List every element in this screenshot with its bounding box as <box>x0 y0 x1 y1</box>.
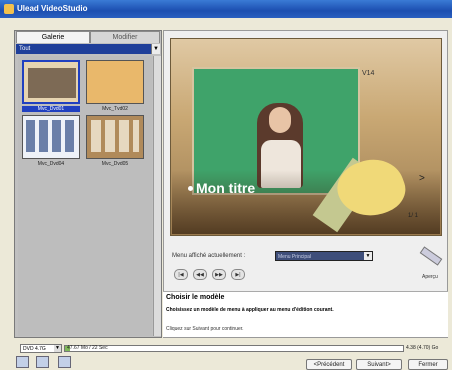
app-icon <box>4 4 14 14</box>
storyboard-icon[interactable] <box>16 356 29 368</box>
template-thumbnail[interactable] <box>22 60 80 104</box>
template-thumbnail[interactable] <box>86 60 144 104</box>
info-hint: Cliquez sur Suivant pour continuer. <box>166 326 244 332</box>
fast-forward-button[interactable]: ▶▶ <box>212 269 226 280</box>
thumbnail-label: Mvc_Dvd01 <box>22 106 80 112</box>
disc-capacity-text: 4.38 (4.70) Go <box>406 345 439 351</box>
tab-galerie[interactable]: Galerie <box>16 31 90 43</box>
chevron-down-icon[interactable]: ▼ <box>54 345 61 352</box>
chevron-down-icon[interactable]: ▼ <box>364 252 372 260</box>
status-bar: DVD 4.7G ▼ 47.67 Mo / 22 Sec 4.38 (4.70)… <box>14 344 448 354</box>
page-counter: 1/ 1 <box>408 213 419 219</box>
menu-title-text[interactable]: Mon titre <box>196 180 255 196</box>
apercu-label[interactable]: Aperçu <box>422 274 438 280</box>
disc-type-select[interactable]: DVD 4.7G ▼ <box>20 344 62 353</box>
thumbnail-label: Mvc_Dvd04 <box>37 161 65 167</box>
title-bar: Ulead VideoStudio <box>0 0 452 18</box>
bullet-dot <box>188 186 193 191</box>
window-title: Ulead VideoStudio <box>17 4 88 13</box>
rewind-button[interactable]: ◀◀ <box>193 269 207 280</box>
template-thumbnail[interactable] <box>22 115 80 159</box>
gallery-scrollbar[interactable] <box>153 56 161 336</box>
info-title: Choisir le modèle <box>166 294 225 301</box>
template-code: V14 <box>362 70 375 77</box>
disc-usage-bar <box>64 345 404 352</box>
close-button[interactable]: Fermer <box>408 359 448 370</box>
next-page-arrow[interactable]: > <box>419 173 425 184</box>
menu-selector-value: Menu Principal <box>278 254 312 260</box>
previous-button[interactable]: <Précédent <box>306 359 352 370</box>
skip-back-button[interactable]: |◀ <box>174 269 188 280</box>
menu-selector-dropdown[interactable]: Menu Principal ▼ <box>275 251 373 261</box>
menu-selector-label: Menu affiché actuellement : <box>172 253 246 259</box>
thumbnail-label: Mvc_Dvd05 <box>101 161 129 167</box>
bottom-toolbar <box>14 356 74 370</box>
disc-usage-text: 47.67 Mo / 22 Sec <box>67 345 108 351</box>
skip-forward-button[interactable]: ▶| <box>231 269 245 280</box>
preview-person-face <box>269 107 291 133</box>
panel-tabs: Galerie Modifier <box>14 31 162 43</box>
thumbnail-label: Mvc_Tvd02 <box>102 106 128 112</box>
chevron-down-icon[interactable]: ▼ <box>151 44 160 54</box>
audio-view-icon[interactable] <box>58 356 71 368</box>
gallery-filter-dropdown[interactable]: Tout ▼ <box>16 44 160 54</box>
template-thumbnail[interactable] <box>86 115 144 159</box>
gallery-filter-value: Tout <box>19 46 31 52</box>
disc-type-value: DVD 4.7G <box>23 346 46 352</box>
next-button[interactable]: Suivant> <box>356 359 402 370</box>
timeline-icon[interactable] <box>36 356 49 368</box>
tab-modifier[interactable]: Modifier <box>90 31 160 43</box>
menu-selector-row: Menu affiché actuellement : Menu Princip… <box>172 251 442 263</box>
info-description: Choisissez un modèle de menu à appliquer… <box>166 307 334 313</box>
